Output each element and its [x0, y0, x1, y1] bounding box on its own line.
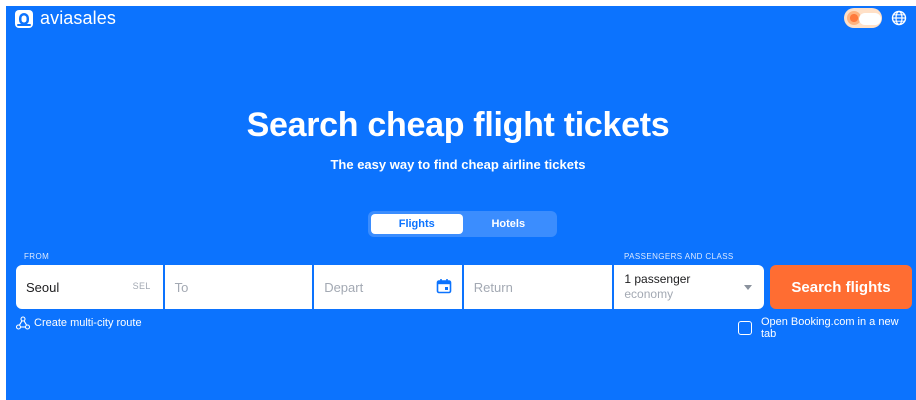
- calendar-icon[interactable]: [436, 278, 452, 294]
- cloud-icon: [859, 13, 881, 25]
- passengers-label: PASSENGERS AND CLASS: [624, 252, 734, 261]
- route-nodes-icon: [16, 316, 30, 330]
- hero-subtitle: The easy way to find cheap airline ticke…: [330, 157, 586, 172]
- passengers-value: 1 passenger: [624, 272, 691, 286]
- globe-icon[interactable]: [891, 10, 907, 26]
- hero-title: Search cheap flight tickets: [246, 106, 670, 144]
- multi-city-link[interactable]: Create multi-city route: [16, 316, 142, 330]
- booking-label: Open Booking.com in a new tab: [760, 316, 899, 340]
- aviasales-logo-icon: [15, 9, 33, 28]
- depart-placeholder: Depart: [324, 279, 364, 295]
- multi-city-label: Create multi-city route: [34, 317, 142, 329]
- return-date-field[interactable]: Return: [463, 265, 613, 309]
- return-placeholder: Return: [473, 279, 513, 295]
- booking-checkbox[interactable]: [738, 321, 752, 335]
- from-label: FROM: [24, 252, 50, 261]
- tab-hotels[interactable]: Hotels: [463, 214, 555, 234]
- booking-new-tab-option[interactable]: Open Booking.com in a new tab: [738, 316, 916, 340]
- passengers-class-field[interactable]: 1 passenger economy: [614, 265, 765, 309]
- window-top-edge: [0, 0, 916, 6]
- destination-field[interactable]: To: [164, 265, 313, 309]
- search-type-tabs: Flights Hotels: [368, 211, 557, 237]
- chevron-down-icon: [744, 285, 753, 290]
- depart-date-field[interactable]: Depart: [314, 265, 462, 309]
- origin-value: Seoul: [26, 279, 60, 295]
- origin-code: SEL: [132, 281, 151, 291]
- class-value: economy: [624, 287, 674, 301]
- search-flights-button[interactable]: Search flights: [770, 265, 912, 309]
- window-left-edge: [0, 0, 6, 400]
- tab-flights[interactable]: Flights: [371, 214, 463, 234]
- theme-toggle[interactable]: [844, 8, 882, 28]
- logo[interactable]: aviasales: [14, 8, 116, 29]
- origin-field[interactable]: Seoul SEL: [16, 265, 163, 309]
- logo-text: aviasales: [40, 8, 116, 28]
- destination-placeholder: To: [174, 279, 189, 295]
- flight-search-form: Seoul SEL To Depart Return 1 passenger e…: [16, 265, 765, 309]
